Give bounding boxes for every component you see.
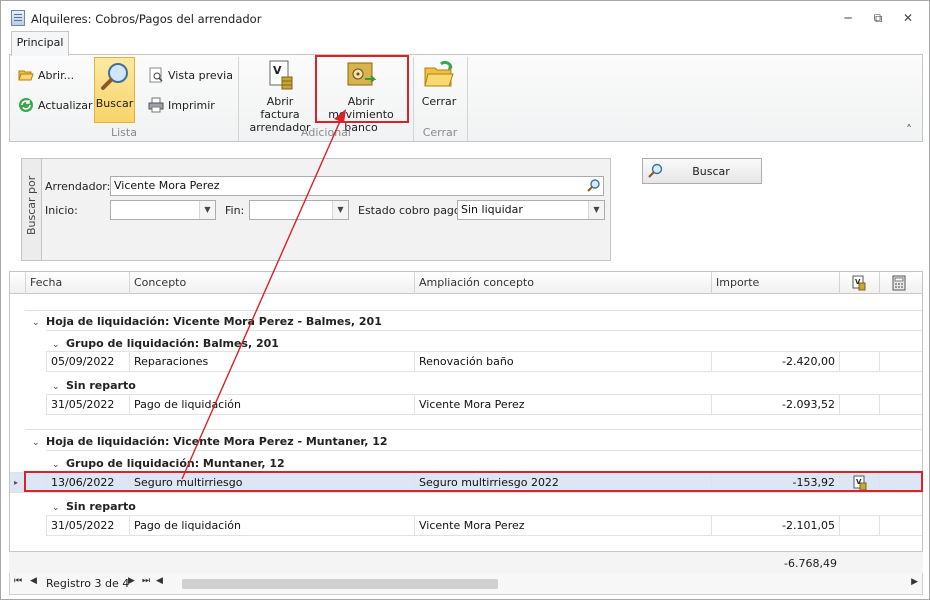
tab-principal[interactable]: Principal xyxy=(11,31,69,56)
annotation-arrow xyxy=(181,109,346,480)
app-window: Alquileres: Cobros/Pagos del arrendador … xyxy=(0,0,930,600)
